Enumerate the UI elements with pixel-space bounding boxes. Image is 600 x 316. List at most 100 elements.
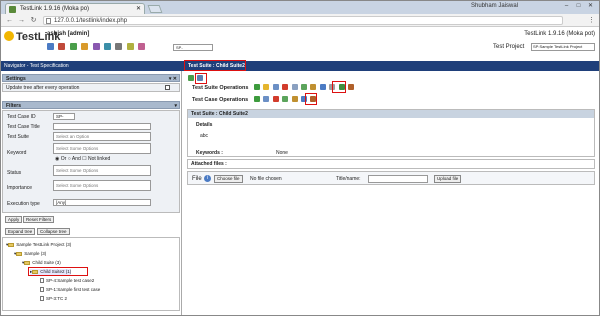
copy-suite-icon[interactable] bbox=[272, 84, 279, 90]
folder-icon bbox=[16, 252, 23, 256]
testlink-favicon-icon bbox=[9, 6, 16, 13]
address-bar[interactable]: 127.0.0.1/testlink/index.php bbox=[43, 16, 563, 25]
tab-bar: TestLink 1.9.16 (Moka po) ✕ Shubham Jais… bbox=[1, 1, 599, 14]
testcase-id-input[interactable]: SP- bbox=[53, 113, 75, 120]
exec-type-label: Execution type bbox=[7, 201, 40, 207]
test-project-select[interactable]: SP:Sample TestLink Project bbox=[531, 43, 595, 51]
url-text: 127.0.0.1/testlink/index.php bbox=[54, 18, 128, 24]
export-tc-icon[interactable] bbox=[291, 96, 298, 102]
import-icon[interactable] bbox=[300, 84, 307, 90]
forward-icon[interactable]: → bbox=[17, 16, 26, 25]
status-label: Status bbox=[7, 170, 22, 176]
add-suite-icon[interactable] bbox=[254, 84, 260, 90]
desktop-icon[interactable] bbox=[47, 43, 54, 50]
reset-filters-button[interactable]: Reset Filters bbox=[23, 216, 55, 223]
settings-header[interactable]: Settings ▾ ✕ bbox=[2, 74, 180, 82]
workspace: Test Suite : Child Suite2 Test Suite Ope… bbox=[184, 60, 599, 315]
keywords-label: Keywords : bbox=[196, 150, 223, 156]
expand-tree-button[interactable]: Expand tree bbox=[5, 228, 36, 235]
case-ops-label: Test Case Operations bbox=[192, 97, 249, 103]
copy-tc-icon[interactable] bbox=[263, 96, 270, 102]
upload-file-button[interactable]: Upload file bbox=[434, 175, 462, 183]
highlight-box bbox=[28, 267, 88, 276]
info-icon[interactable]: i bbox=[204, 175, 211, 182]
collapse-tree-button[interactable]: Collapse tree bbox=[37, 228, 70, 235]
settings-box: Update tree after every operation bbox=[2, 83, 180, 92]
tree-node-testcase[interactable]: SP-4:Sample test case2 bbox=[40, 278, 94, 283]
status-select[interactable]: Select Some Options bbox=[53, 165, 151, 176]
maximize-icon[interactable]: □ bbox=[573, 2, 584, 11]
choose-file-button[interactable]: Choose file bbox=[214, 175, 243, 183]
test-spec-tree: ▾ Sample TestLink Project (3) ▾ Sample (3)… bbox=[2, 237, 180, 311]
close-tab-icon[interactable]: ✕ bbox=[136, 4, 141, 14]
tree-node-testcase[interactable]: SP-1:Sample first test case bbox=[40, 287, 100, 292]
close-window-icon[interactable]: ✕ bbox=[585, 2, 596, 11]
testsuite-label: Test Suite bbox=[7, 134, 29, 140]
tree-node-testcase[interactable]: SP-3:TC 2 bbox=[40, 296, 67, 301]
details-value: abc bbox=[200, 133, 209, 139]
window-title: Shubham Jaiswal bbox=[471, 3, 519, 9]
import-tc-icon[interactable] bbox=[282, 96, 289, 102]
users-icon[interactable] bbox=[103, 43, 111, 50]
folder-icon bbox=[24, 261, 31, 265]
browser-menu-icon[interactable]: ⋮ bbox=[588, 16, 595, 24]
events-icon[interactable] bbox=[115, 43, 123, 50]
details-label: Details bbox=[196, 122, 213, 128]
update-tree-label: Update tree after every operation bbox=[6, 85, 80, 91]
collapse-filters-icon[interactable]: ▾ bbox=[174, 102, 177, 110]
export-icon[interactable] bbox=[310, 84, 317, 90]
exec-type-select[interactable]: [Any] bbox=[53, 199, 151, 206]
logout-icon[interactable] bbox=[138, 43, 146, 50]
upload-row: File i Choose file No file chosen Title/… bbox=[187, 171, 595, 185]
reports-icon[interactable] bbox=[92, 43, 100, 50]
tree-node-project[interactable]: ▾ Sample TestLink Project (3) bbox=[6, 242, 71, 248]
attached-files-label: Attached files : bbox=[187, 159, 595, 169]
update-tree-checkbox[interactable] bbox=[165, 85, 170, 90]
navigator-panel: Settings ▾ ✕ Update tree after every oper… bbox=[1, 71, 182, 315]
suite-ops-label: Test Suite Operations bbox=[192, 85, 249, 91]
specification-icon[interactable] bbox=[69, 43, 77, 50]
requirements-icon[interactable] bbox=[58, 43, 66, 50]
edit-suite-icon[interactable] bbox=[263, 84, 270, 90]
filters-header[interactable]: Filters ▾ bbox=[2, 101, 180, 109]
collapse-ops-icon[interactable] bbox=[188, 75, 194, 81]
navigator-title: Navigator - Test Specification bbox=[4, 63, 69, 69]
minimize-icon[interactable]: – bbox=[561, 2, 572, 11]
keyword-select[interactable]: Select Some Options bbox=[53, 143, 151, 154]
back-icon[interactable]: ← bbox=[5, 16, 14, 25]
importance-select[interactable]: Select Some Options bbox=[53, 180, 151, 191]
apply-button[interactable]: Apply bbox=[5, 216, 23, 223]
highlight-box bbox=[305, 93, 317, 105]
tree-node-sample[interactable]: ▾ Sample (3) bbox=[14, 251, 46, 257]
keyword-mode-group[interactable]: ◉ Or ○ And ☐ Not linked bbox=[55, 156, 110, 162]
reload-icon[interactable]: ↻ bbox=[29, 16, 38, 25]
address-toolbar: ← → ↻ 127.0.0.1/testlink/index.php ⋮ bbox=[1, 14, 599, 27]
app-header: TestLink ashish [admin] SP- TestLink 1.9… bbox=[1, 28, 599, 60]
top-toolbar bbox=[47, 43, 148, 51]
browser-tab[interactable]: TestLink 1.9.16 (Moka po) ✕ bbox=[5, 3, 145, 14]
collapse-icon[interactable]: ▾ ✕ bbox=[169, 75, 177, 83]
testsuite-select[interactable]: Select an Option bbox=[53, 132, 151, 141]
new-tab-button[interactable] bbox=[147, 5, 163, 13]
folder-icon bbox=[8, 243, 15, 247]
tree-node-child-suite[interactable]: ▾ Child Suite (3) bbox=[22, 260, 61, 266]
keyword-label: Keyword bbox=[7, 150, 27, 156]
testcase-title-input[interactable] bbox=[53, 123, 151, 130]
title-name-input[interactable] bbox=[368, 175, 428, 183]
browser-window: TestLink 1.9.16 (Moka po) ✕ Shubham Jais… bbox=[0, 0, 600, 316]
delete-tc-icon[interactable] bbox=[272, 96, 279, 102]
add-tc-icon[interactable] bbox=[254, 96, 260, 102]
keywords-value: None bbox=[276, 150, 288, 156]
testcase-title-label: Test Case Title bbox=[7, 124, 40, 130]
current-user: ashish [admin] bbox=[47, 31, 90, 37]
testcase-id-label: Test Case ID bbox=[7, 114, 36, 120]
highlight-box bbox=[332, 81, 346, 93]
delete-suite-icon[interactable] bbox=[282, 84, 289, 90]
print-icon[interactable] bbox=[319, 84, 326, 90]
create-tc-icon[interactable] bbox=[347, 84, 354, 90]
reorder-icon[interactable] bbox=[291, 84, 298, 90]
page-icon bbox=[46, 18, 51, 24]
settings-icon[interactable] bbox=[126, 43, 134, 50]
execution-icon[interactable] bbox=[81, 43, 89, 50]
testcase-search-input[interactable]: SP- bbox=[173, 44, 213, 51]
